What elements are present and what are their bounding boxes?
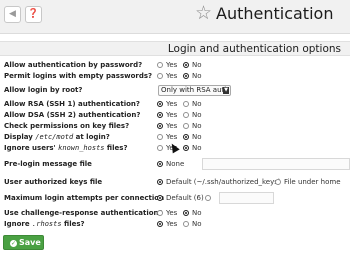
section-title: Login and authentication options [167, 43, 341, 55]
row-label: Allow login by root? [4, 86, 83, 94]
page-title: Authentication [216, 4, 334, 23]
radio-icon [157, 134, 163, 140]
max-attempts-input[interactable] [219, 192, 274, 204]
radio-selected-icon [157, 179, 163, 185]
row-label: User authorized keys file [4, 178, 103, 186]
radio-selected-icon [157, 221, 163, 227]
radio-default[interactable]: Default (~/.ssh/authorized_keys) [157, 178, 281, 187]
radio-no[interactable]: No [183, 220, 202, 229]
chevron-left-icon: ◀ [9, 9, 16, 19]
row-label: Allow RSA (SSH 1) authentication? [4, 100, 140, 108]
radio-icon [275, 179, 281, 185]
pre-login-file-input[interactable] [202, 158, 350, 170]
row-label: Display /etc/motd at login? [4, 133, 110, 141]
row-label: Use challenge-response authentication? [4, 209, 163, 217]
radio-yes[interactable]: Yes [157, 111, 177, 120]
radio-yes[interactable]: Yes [157, 100, 177, 109]
row-label: Pre-login message file [4, 160, 92, 168]
radio-selected-icon [157, 112, 163, 118]
row-label: Ignore users' known_hosts files? [4, 144, 128, 152]
radio-selected-icon [157, 101, 163, 107]
radio-selected-icon [183, 73, 189, 79]
radio-selected-icon [183, 134, 189, 140]
radio-selected-icon [157, 195, 163, 201]
radio-icon [157, 145, 163, 151]
radio-no[interactable]: No [183, 144, 202, 153]
radio-yes[interactable]: Yes [157, 122, 177, 131]
radio-selected-icon [183, 145, 189, 151]
top-bar: ◀ ❓ ☆ Authentication [0, 0, 350, 34]
radio-no[interactable]: No [183, 72, 202, 81]
row-label: Maximum login attempts per connection [4, 194, 165, 202]
radio-icon [157, 73, 163, 79]
dropdown-arrow-icon: ▼ [223, 87, 229, 94]
radio-icon [183, 221, 189, 227]
radio-icon [183, 123, 189, 129]
radio-yes[interactable]: Yes [157, 61, 177, 70]
radio-yes[interactable]: Yes [157, 209, 177, 218]
radio-selected-icon [183, 62, 189, 68]
save-button[interactable]: ✓ Save [3, 235, 44, 250]
radio-icon [205, 195, 211, 201]
check-circle-icon: ✓ [10, 240, 17, 247]
row-label: Allow authentication by password? [4, 61, 143, 69]
radio-icon [157, 210, 163, 216]
radio-yes[interactable]: Yes [157, 72, 177, 81]
radio-no[interactable]: No [183, 100, 202, 109]
radio-no[interactable]: No [183, 61, 202, 70]
row-label: Ignore .rhosts files? [4, 220, 85, 228]
row-label: Permit logins with empty passwords? [4, 72, 153, 80]
row-label: Allow DSA (SSH 2) authentication? [4, 111, 141, 119]
radio-icon [183, 101, 189, 107]
radio-no[interactable]: No [183, 111, 202, 120]
radio-icon [183, 112, 189, 118]
radio-icon [157, 62, 163, 68]
radio-custom[interactable] [205, 194, 214, 203]
section-header: Login and authentication options [0, 41, 350, 56]
radio-file-under-home[interactable]: File under home [275, 178, 341, 187]
radio-none[interactable]: None [157, 160, 184, 169]
radio-selected-icon [183, 210, 189, 216]
radio-default[interactable]: Default (6) [157, 194, 204, 203]
radio-no[interactable]: No [183, 133, 202, 142]
back-button[interactable]: ◀ [4, 6, 21, 23]
root-login-select[interactable]: Only with RSA auth ▼ [158, 85, 231, 96]
radio-no[interactable]: No [183, 209, 202, 218]
help-circle-icon: ❓ [27, 9, 40, 19]
row-label: Check permissions on key files? [4, 122, 130, 130]
radio-no[interactable]: No [183, 122, 202, 131]
radio-selected-icon [157, 161, 163, 167]
radio-yes[interactable]: Yes [157, 220, 177, 229]
help-button[interactable]: ❓ [25, 6, 42, 23]
star-outline-icon[interactable]: ☆ [195, 3, 212, 23]
radio-selected-icon [157, 123, 163, 129]
